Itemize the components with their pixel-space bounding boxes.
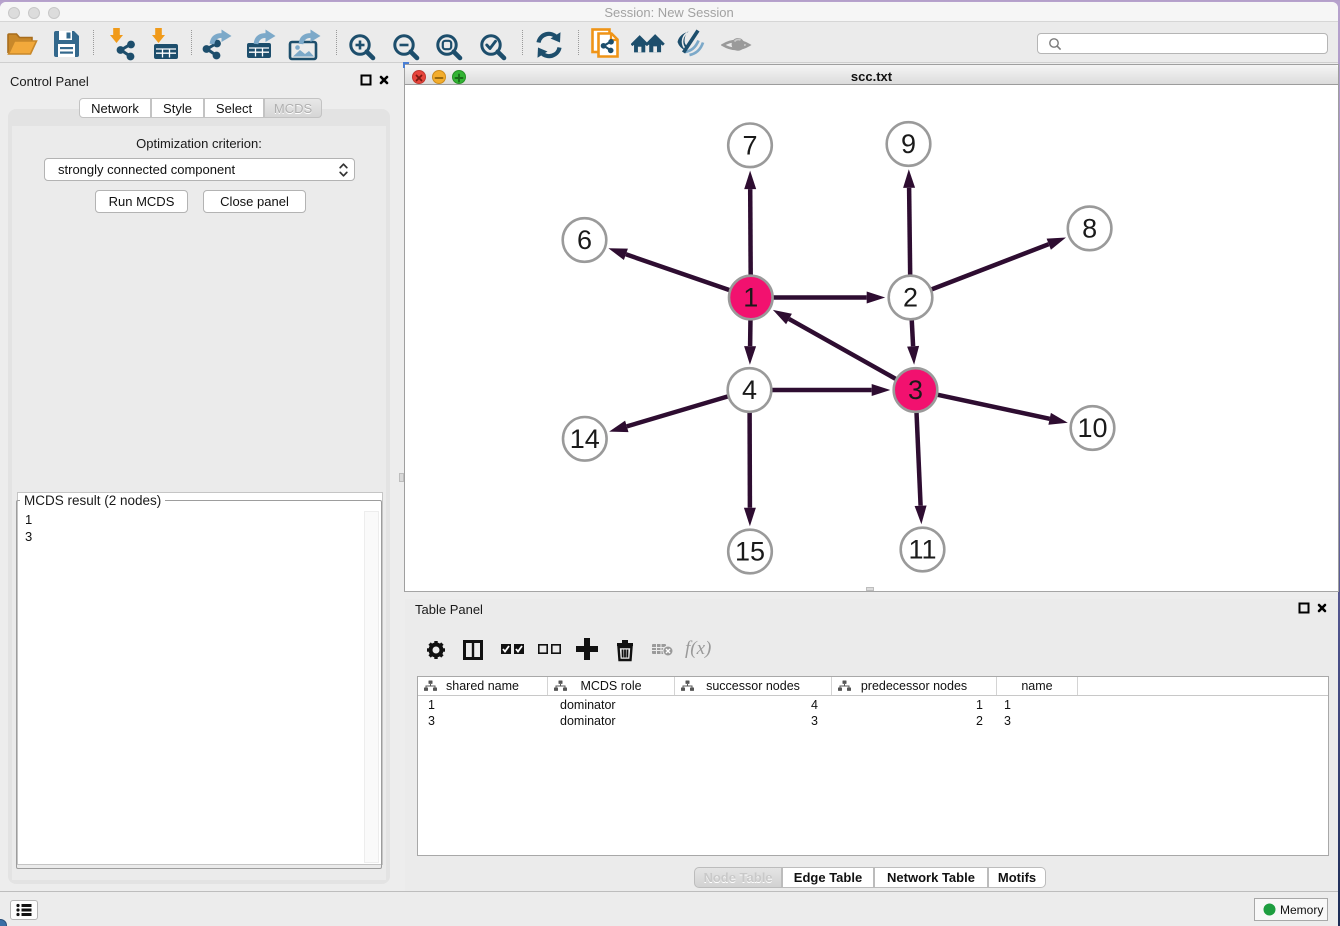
svg-text:11: 11 — [908, 535, 936, 565]
svg-text:9: 9 — [901, 129, 916, 159]
svg-text:2: 2 — [903, 283, 918, 313]
svg-text:6: 6 — [577, 225, 592, 255]
svg-text:14: 14 — [570, 424, 600, 454]
svg-text:3: 3 — [908, 375, 923, 405]
svg-text:1: 1 — [743, 283, 758, 313]
svg-text:15: 15 — [735, 537, 765, 567]
svg-text:7: 7 — [742, 130, 757, 160]
svg-text:f(x): f(x) — [685, 639, 711, 659]
svg-text:8: 8 — [1082, 213, 1097, 243]
svg-text:4: 4 — [742, 375, 757, 405]
svg-text:10: 10 — [1077, 413, 1107, 443]
